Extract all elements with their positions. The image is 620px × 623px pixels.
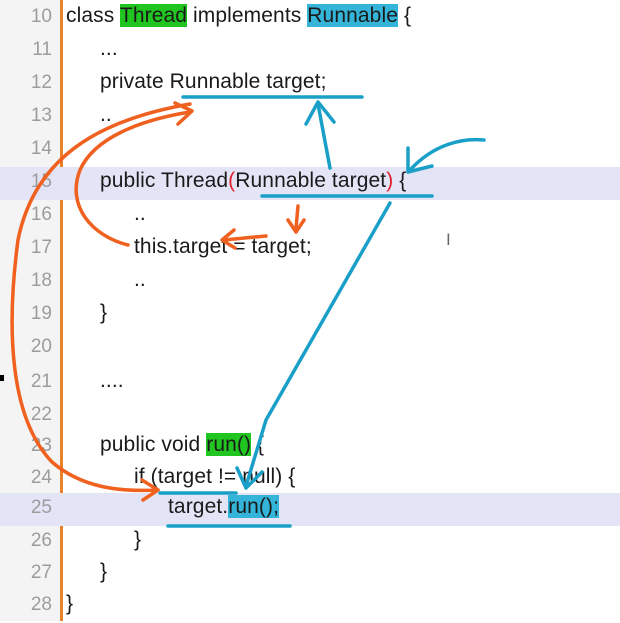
code-line-25[interactable]: 25 target.run();	[0, 493, 620, 526]
line-number: 11	[32, 39, 52, 60]
code-line-12[interactable]: 12 private Runnable target;	[0, 68, 620, 101]
code-text: }	[100, 301, 108, 324]
code-line-27[interactable]: 27 }	[0, 558, 620, 591]
line-number: 27	[30, 562, 52, 583]
line-number: 10	[30, 6, 52, 27]
code-text: this.target = target;	[134, 235, 312, 258]
code-text: public Thread(Runnable target) {	[100, 169, 407, 192]
code-text: if (target != null) {	[134, 465, 296, 488]
method-name-token: run()	[206, 433, 252, 456]
line-number: 28	[30, 594, 52, 615]
code-text: target.run();	[168, 495, 280, 518]
line-number: 25	[30, 497, 52, 518]
code-text: }	[100, 560, 108, 583]
code-text: private Runnable target;	[100, 70, 327, 93]
code-line-14[interactable]: 14	[0, 134, 620, 167]
line-number: 15	[30, 171, 52, 192]
line-number: 20	[30, 336, 52, 357]
code-text: }	[66, 592, 74, 615]
code-line-26[interactable]: 26 }	[0, 526, 620, 559]
line-number: 14	[30, 138, 52, 159]
method-call-token: run();	[228, 495, 280, 518]
text-cursor-icon: I	[446, 230, 451, 249]
code-line-17[interactable]: 17 this.target = target;	[0, 233, 620, 266]
code-line-22[interactable]: 22	[0, 400, 620, 433]
line-number: 24	[30, 467, 52, 488]
code-text: public void run() {	[100, 433, 265, 456]
line-number: 18	[30, 270, 52, 291]
code-line-13[interactable]: 13 ..	[0, 101, 620, 134]
code-text: }	[134, 528, 142, 551]
line-number: 26	[30, 530, 52, 551]
line-number: 12	[30, 72, 52, 93]
line-number: 13	[30, 105, 52, 126]
code-text: ..	[134, 202, 146, 225]
code-line-11[interactable]: 11 ...	[0, 35, 620, 68]
line-number: 17	[30, 237, 52, 258]
code-line-16[interactable]: 16 ..	[0, 200, 620, 233]
code-line-19[interactable]: 19 }	[0, 299, 620, 332]
line-number: 21	[30, 371, 52, 392]
class-name-token: Thread	[119, 4, 188, 27]
line-number: 23	[30, 435, 52, 456]
code-line-15[interactable]: 15 public Thread(Runnable target) {	[0, 167, 620, 200]
code-line-28[interactable]: 28 }	[0, 590, 620, 623]
code-line-24[interactable]: 24 if (target != null) {	[0, 463, 620, 496]
code-text: ..	[134, 268, 146, 291]
interface-name-token: Runnable	[307, 4, 399, 27]
line-number: 22	[30, 404, 52, 425]
code-line-18[interactable]: 18 ..	[0, 266, 620, 299]
code-text: ...	[100, 37, 118, 60]
code-line-21[interactable]: 21 ....	[0, 367, 620, 400]
code-editor[interactable]: 10 class Thread implements Runnable { 11…	[0, 0, 620, 621]
code-line-23[interactable]: 23 public void run() {	[0, 431, 620, 464]
code-text: ....	[100, 369, 124, 392]
code-line-20[interactable]: 20	[0, 332, 620, 365]
code-text: ..	[100, 103, 112, 126]
line-number: 16	[30, 204, 52, 225]
code-text: class Thread implements Runnable {	[66, 4, 412, 27]
line-number: 19	[30, 303, 52, 324]
code-line-10[interactable]: 10 class Thread implements Runnable {	[0, 2, 620, 35]
